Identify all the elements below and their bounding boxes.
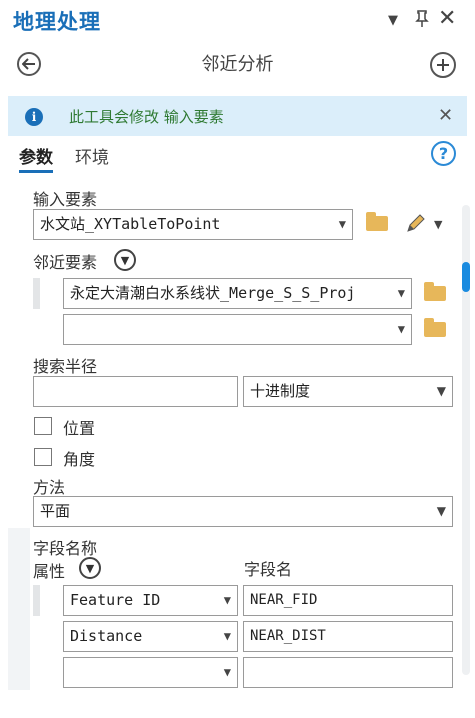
dismiss-info-icon[interactable]: ✕	[438, 105, 453, 126]
edit-pencil-icon[interactable]	[405, 212, 429, 238]
field-name-input-1[interactable]: NEAR_FID	[243, 585, 453, 616]
pencil-menu-chevron-icon[interactable]: ▼	[434, 218, 442, 231]
near-feature-select-1[interactable]: 永定大清潮白水系线状_Merge_S_S_Proj ▼	[63, 278, 412, 309]
chevron-down-icon: ▼	[397, 286, 405, 300]
angle-label: 角度	[63, 450, 96, 469]
chevron-down-icon: ▼	[223, 629, 231, 643]
near-features-label: 邻近要素	[33, 253, 98, 272]
field-attr-value-2: Distance	[70, 627, 143, 645]
input-features-select[interactable]: 水文站_XYTableToPoint ▼	[33, 209, 353, 240]
method-select[interactable]: 平面 ▼	[33, 496, 453, 527]
near-feature-select-2[interactable]: ▼	[63, 314, 412, 345]
chevron-down-icon: ▼	[338, 217, 346, 231]
search-radius-unit-select[interactable]: 十进制度 ▼	[243, 376, 453, 407]
chevron-down-icon: ▼	[223, 593, 231, 607]
row-handle[interactable]	[33, 278, 40, 309]
angle-checkbox[interactable]	[34, 448, 52, 466]
field-attr-select-3[interactable]: ▼	[63, 657, 238, 688]
input-features-value: 水文站_XYTableToPoint	[40, 215, 221, 233]
input-features-label: 输入要素	[33, 190, 98, 209]
tab-environments[interactable]: 环境	[75, 143, 109, 168]
scrollbar-thumb[interactable]	[462, 262, 470, 292]
info-message: 此工具会修改 输入要素	[69, 108, 224, 126]
chevron-down-icon: ▼	[436, 384, 446, 398]
near-features-expand-icon[interactable]: ▼	[114, 249, 136, 271]
search-radius-input[interactable]	[33, 376, 238, 407]
help-icon[interactable]: ?	[431, 141, 456, 166]
tab-parameters[interactable]: 参数	[19, 143, 53, 173]
info-bar: i 此工具会修改 输入要素 ✕	[8, 96, 467, 136]
search-radius-label: 搜索半径	[33, 357, 98, 376]
info-icon: i	[25, 108, 43, 126]
pane-title: 地理处理	[13, 10, 101, 34]
field-name-input-2[interactable]: NEAR_DIST	[243, 621, 453, 652]
field-names-label: 字段名称	[33, 539, 98, 558]
field-name-input-3[interactable]	[243, 657, 453, 688]
field-attr-select-1[interactable]: Feature ID ▼	[63, 585, 238, 616]
row-handle[interactable]	[33, 585, 40, 616]
location-checkbox[interactable]	[34, 417, 52, 435]
chevron-down-icon: ▼	[223, 665, 231, 679]
browse-folder-icon[interactable]	[366, 212, 388, 231]
close-pane-icon[interactable]: ✕	[438, 6, 456, 31]
field-names-side-band	[8, 528, 30, 690]
field-attr-value-1: Feature ID	[70, 591, 161, 609]
tool-title: 邻近分析	[201, 54, 274, 75]
add-button[interactable]	[430, 52, 456, 78]
location-label: 位置	[63, 419, 96, 438]
field-names-field-header: 字段名	[244, 560, 293, 579]
method-label: 方法	[33, 478, 66, 497]
chevron-down-icon: ▼	[436, 504, 446, 518]
browse-folder-icon[interactable]	[424, 282, 446, 301]
method-value: 平面	[40, 502, 71, 520]
near-feature-value-1: 永定大清潮白水系线状_Merge_S_S_Proj	[70, 284, 356, 302]
browse-folder-icon[interactable]	[424, 318, 446, 337]
pane-options-chevron-icon[interactable]: ▼	[388, 13, 398, 28]
chevron-down-icon: ▼	[397, 322, 405, 336]
pin-icon[interactable]	[415, 10, 429, 33]
field-names-attr-header: 属性	[33, 562, 66, 581]
field-names-expand-icon[interactable]: ▼	[79, 557, 101, 579]
field-attr-select-2[interactable]: Distance ▼	[63, 621, 238, 652]
search-radius-unit-value: 十进制度	[250, 382, 311, 400]
